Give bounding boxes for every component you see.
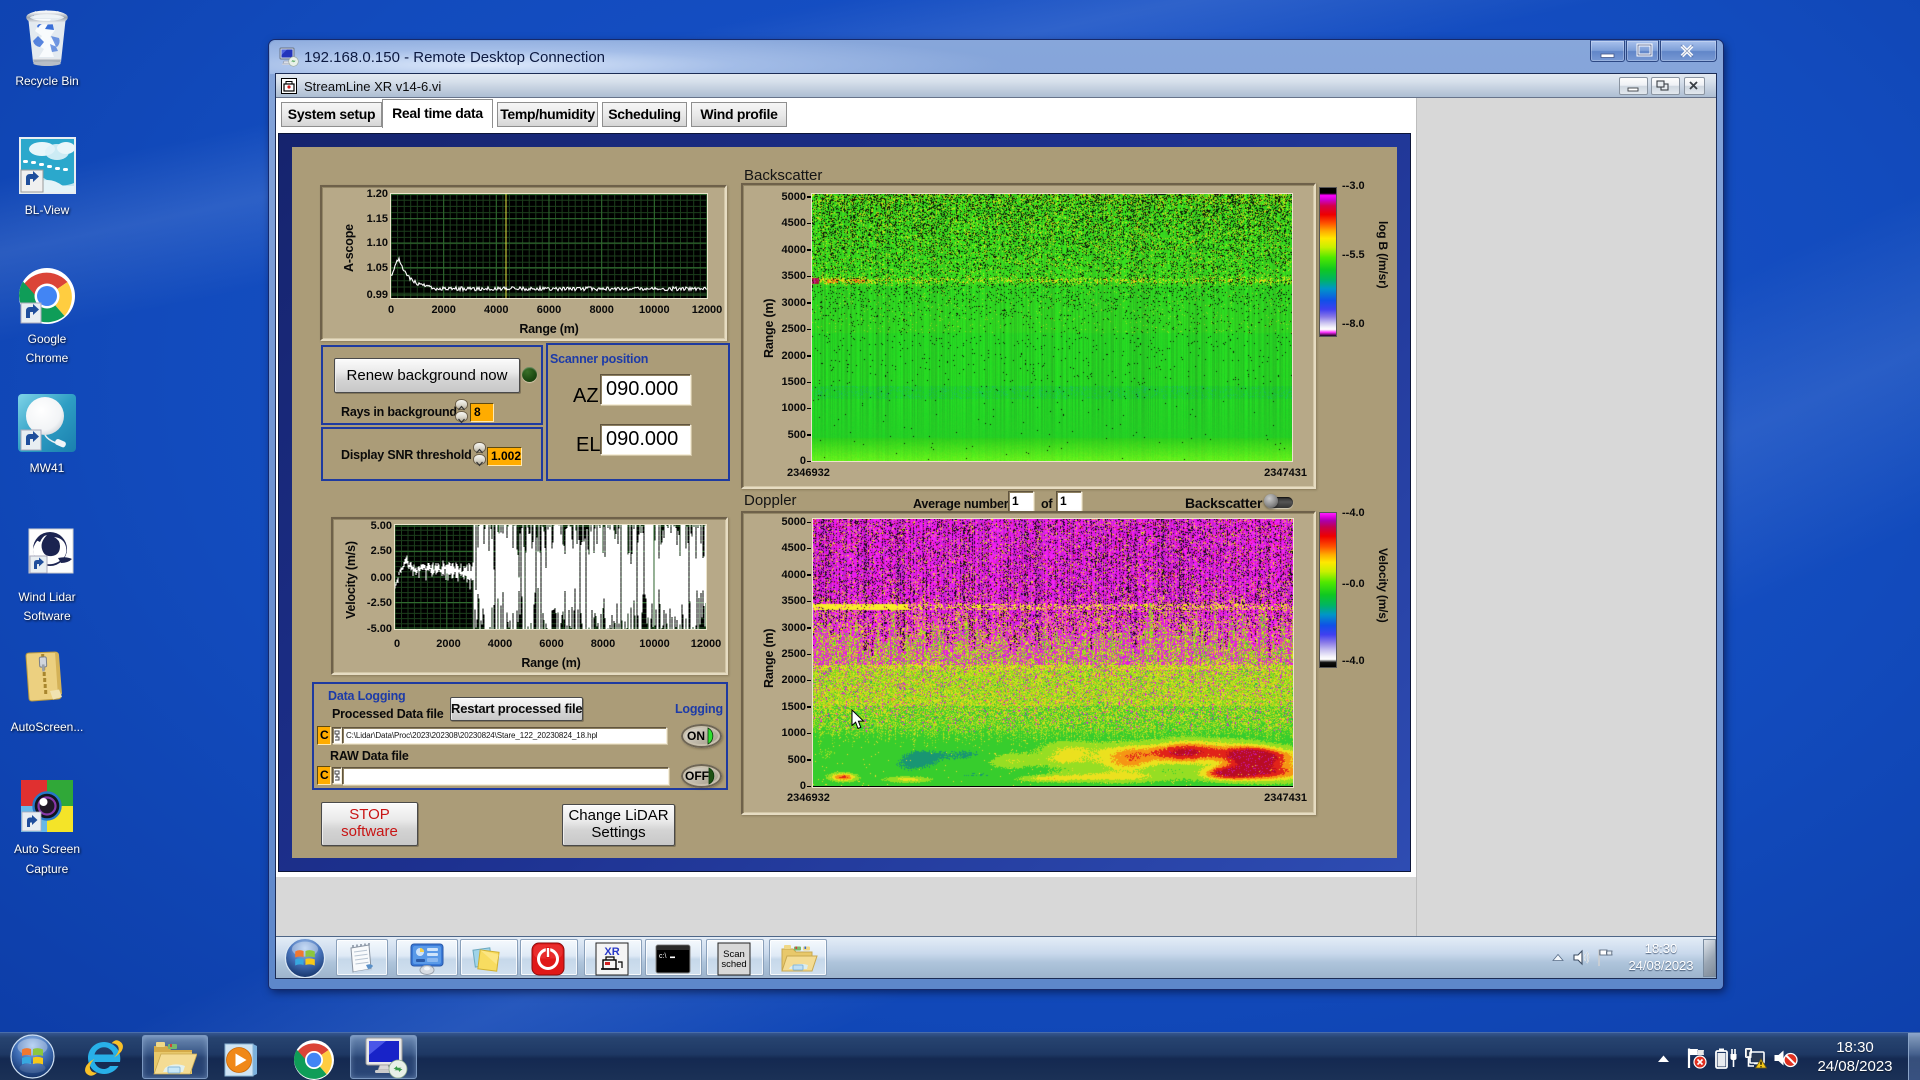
svg-text:XR: XR [604, 946, 619, 958]
svg-text:sched: sched [721, 959, 746, 970]
svg-text:c:\: c:\ [659, 953, 666, 960]
